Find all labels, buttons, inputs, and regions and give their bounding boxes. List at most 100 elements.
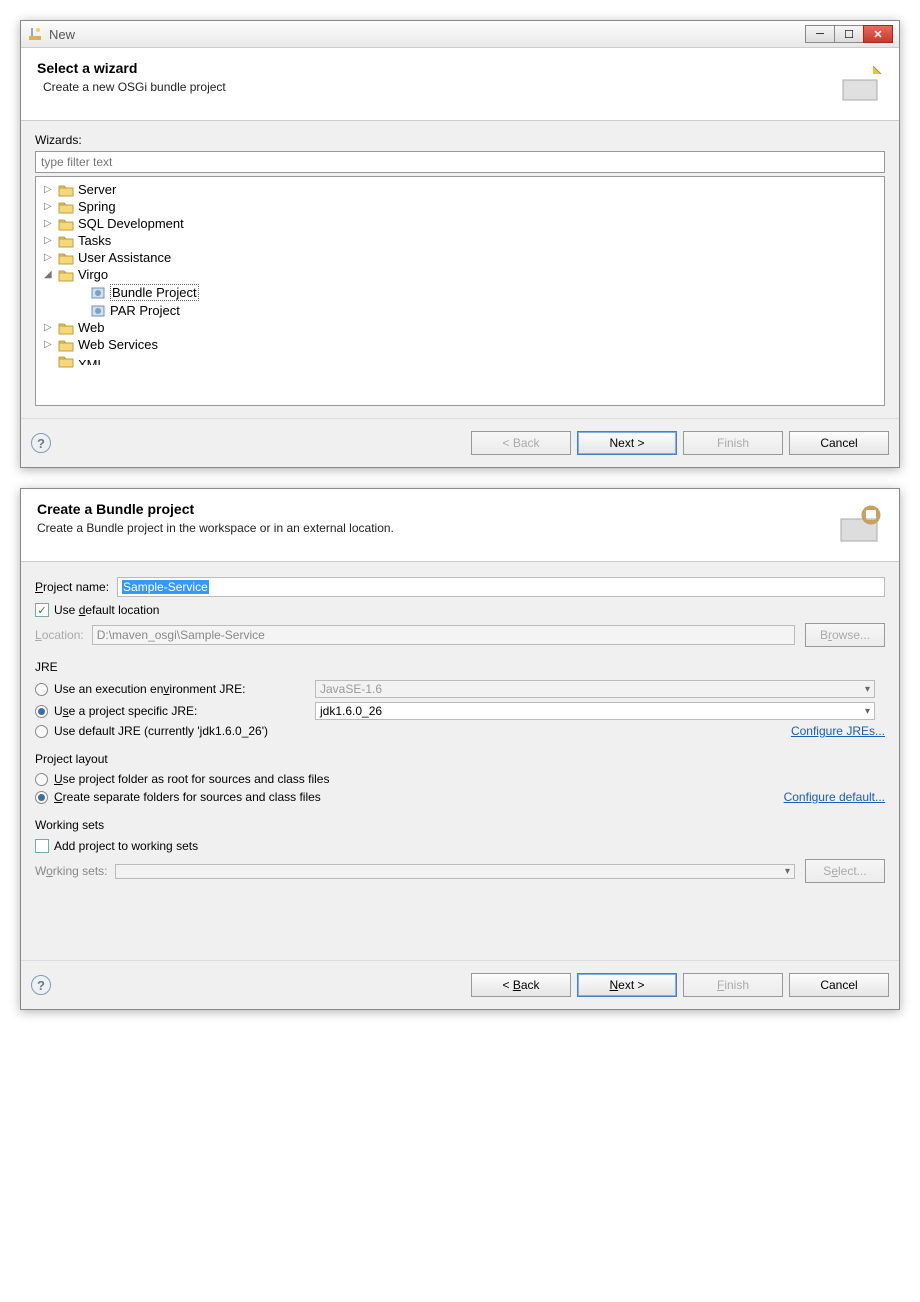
ws-add-checkbox[interactable]: ✓ [35,839,49,853]
folder-icon [58,338,74,352]
tree-item[interactable]: ▷Web [44,319,876,336]
jre-project-combo[interactable]: jdk1.6.0_26 ▾ [315,702,875,720]
tree-item[interactable]: ▷ Spring [44,198,876,215]
tree-expander-icon[interactable]: ▷ [44,235,58,246]
tree-expander-icon[interactable]: ▷ [44,218,58,229]
dialog2-header-icon [837,501,883,547]
chevron-down-icon: ▾ [865,684,870,695]
dialog-header: Select a wizard Create a new OSGi bundle… [21,48,899,121]
project-name-value: Sample-Service [122,580,209,594]
wizard-tree[interactable]: ▷Server▷Spring▷SQL Development▷Tasks▷Use… [35,176,885,406]
tree-item[interactable]: ▷Web Services [44,336,876,353]
cancel-button[interactable]: Cancel [789,973,889,997]
tree-item[interactable]: ▷ User Assistance [44,249,876,266]
tree-item[interactable]: PAR Project [44,302,876,319]
tree-item[interactable]: ▷Server [44,181,876,198]
header-icon [837,60,883,106]
button-row: ? < Back Next > Finish Cancel [21,418,899,467]
dialog-subtitle: Create a new OSGi bundle project [43,80,837,94]
minimize-button[interactable]: ─ [805,25,835,43]
folder-icon [58,217,74,231]
tree-expander-icon[interactable]: ▷ [44,184,58,195]
dialog2-body: Project name: Sample-Service ✓ Use defau… [21,562,899,960]
project-name-field[interactable]: Sample-Service [117,577,885,597]
next-button[interactable]: Next > [577,973,677,997]
jre-project-row: Use a project specific JRE: jdk1.6.0_26 … [35,700,885,722]
ws-select-button[interactable]: Select... [805,859,885,883]
layout-group-title: Project layout [35,752,885,766]
use-default-checkbox[interactable]: ✓ [35,603,49,617]
tree-expander-icon[interactable]: ▷ [44,339,58,350]
close-button[interactable]: ✕ [863,25,893,43]
jre-default-radio[interactable] [35,725,48,738]
tree-expander-icon[interactable]: ▷ [44,322,58,333]
new-wizard-dialog: New ─ ☐ ✕ Select a wizard Create a new O… [20,20,900,468]
dialog2-header: Create a Bundle project Create a Bundle … [21,489,899,562]
dialog2-button-row: ? < Back Next > Finish Cancel [21,960,899,1009]
folder-icon [58,321,74,335]
jre-group: Use an execution environment JRE: JavaSE… [35,676,885,742]
ws-combo[interactable]: ▾ [115,864,795,879]
browse-button[interactable]: Browse... [805,623,885,647]
jre-project-label: Use a project specific JRE: [54,704,197,718]
folder-icon [58,200,74,214]
tree-item-label: XML [78,357,105,365]
back-button[interactable]: < Back [471,973,571,997]
help-icon[interactable]: ? [31,433,51,453]
tree-item-label: User Assistance [78,250,171,265]
cancel-button[interactable]: Cancel [789,431,889,455]
tree-item[interactable]: ▷Tasks [44,232,876,249]
use-default-location-row: ✓ Use default location [35,600,885,620]
project-name-label: Project name: [35,580,117,594]
window-controls: ─ ☐ ✕ [806,25,893,43]
jre-exec-env-combo[interactable]: JavaSE-1.6 ▾ [315,680,875,698]
jre-project-radio[interactable] [35,705,48,718]
ws-select-row: Working sets: ▾ Select... [35,856,885,886]
help-icon[interactable]: ? [31,975,51,995]
dialog2-title: Create a Bundle project [37,501,837,517]
project-icon [90,286,106,300]
ws-add-row: ✓ Add project to working sets [35,836,885,856]
jre-default-row: Use default JRE (currently 'jdk1.6.0_26'… [35,722,885,740]
tree-expander-icon[interactable]: ▷ [44,252,58,263]
tree-item[interactable]: ◢ Virgo [44,266,876,283]
wizards-label: Wizards: [35,133,885,147]
jre-default-label: Use default JRE (currently 'jdk1.6.0_26'… [54,724,268,738]
tree-item[interactable]: Bundle Project [44,283,876,302]
filter-input[interactable] [35,151,885,173]
finish-button[interactable]: Finish [683,431,783,455]
layout-opt1-radio[interactable] [35,773,48,786]
layout-opt2-radio[interactable] [35,791,48,804]
jre-exec-env-radio[interactable] [35,683,48,696]
layout-opt2-label: Create separate folders for sources and … [54,790,321,804]
tree-item[interactable]: XML [44,353,876,369]
configure-default-link[interactable]: Configure default... [784,790,885,804]
tree-item[interactable]: ▷ SQL Development [44,215,876,232]
tree-item-label: SQL Development [78,216,184,231]
window-title: New [49,27,806,42]
ws-add-label: Add project to working sets [54,839,198,853]
layout-opt1-row: Use project folder as root for sources a… [35,770,885,788]
next-button[interactable]: Next > [577,431,677,455]
location-row: Location: Browse... [35,620,885,650]
dialog2-subtitle: Create a Bundle project in the workspace… [37,521,837,535]
layout-opt2-row: Create separate folders for sources and … [35,788,885,806]
jre-exec-env-row: Use an execution environment JRE: JavaSE… [35,678,885,700]
ws-group: ✓ Add project to working sets Working se… [35,834,885,888]
maximize-button[interactable]: ☐ [834,25,864,43]
tree-expander-icon[interactable]: ◢ [44,269,58,280]
wizard-icon [27,26,43,42]
back-button[interactable]: < Back [471,431,571,455]
location-field [92,625,795,645]
tree-item-label: Virgo [78,267,108,282]
finish-button[interactable]: Finish [683,973,783,997]
chevron-down-icon: ▾ [785,866,790,877]
chevron-down-icon: ▾ [865,706,870,717]
tree-item-label: Spring [78,199,116,214]
ws-group-title: Working sets [35,818,885,832]
tree-item-label: Bundle Project [110,284,199,301]
tree-item-label: PAR Project [110,303,180,318]
configure-jres-link[interactable]: Configure JREs... [791,724,885,738]
layout-opt1-label: Use project folder as root for sources a… [54,772,329,786]
tree-expander-icon[interactable]: ▷ [44,201,58,212]
